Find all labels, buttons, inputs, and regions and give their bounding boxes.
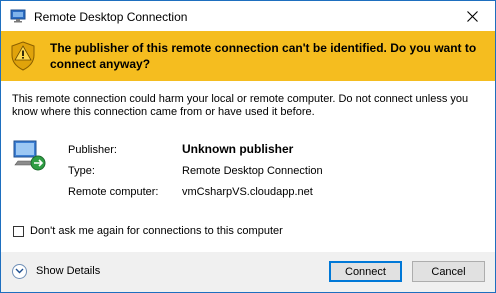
publisher-value: Unknown publisher <box>182 142 294 156</box>
warning-shield-icon <box>11 41 35 71</box>
warning-banner: The publisher of this remote connection … <box>1 31 495 81</box>
remote-desktop-icon <box>10 9 26 23</box>
dialog-footer: Show Details Connect Cancel <box>1 252 495 292</box>
remote-computer-label: Remote computer: <box>68 186 159 198</box>
close-button[interactable] <box>449 1 495 31</box>
expand-chevron-icon <box>12 263 27 279</box>
dont-ask-again-checkbox[interactable] <box>13 226 24 237</box>
title-bar[interactable]: Remote Desktop Connection <box>1 1 495 31</box>
type-label: Type: <box>68 165 95 177</box>
warning-message: The publisher of this remote connection … <box>50 41 477 71</box>
close-icon <box>466 10 478 22</box>
remote-computer-value: vmCsharpVS.cloudapp.net <box>182 186 313 198</box>
dont-ask-again-label[interactable]: Don't ask me again for connections to th… <box>30 225 283 237</box>
cancel-button[interactable]: Cancel <box>412 261 485 282</box>
window-title: Remote Desktop Connection <box>34 10 188 24</box>
risk-description: This remote connection could harm your l… <box>12 93 469 118</box>
show-details-button[interactable]: Show Details <box>12 262 100 280</box>
connect-button[interactable]: Connect <box>329 261 402 282</box>
type-value: Remote Desktop Connection <box>182 165 323 177</box>
publisher-label: Publisher: <box>68 144 117 156</box>
show-details-label: Show Details <box>36 265 101 277</box>
remote-computer-icon <box>13 140 46 171</box>
rdp-warning-dialog: Remote Desktop Connection The publisher … <box>0 0 496 293</box>
